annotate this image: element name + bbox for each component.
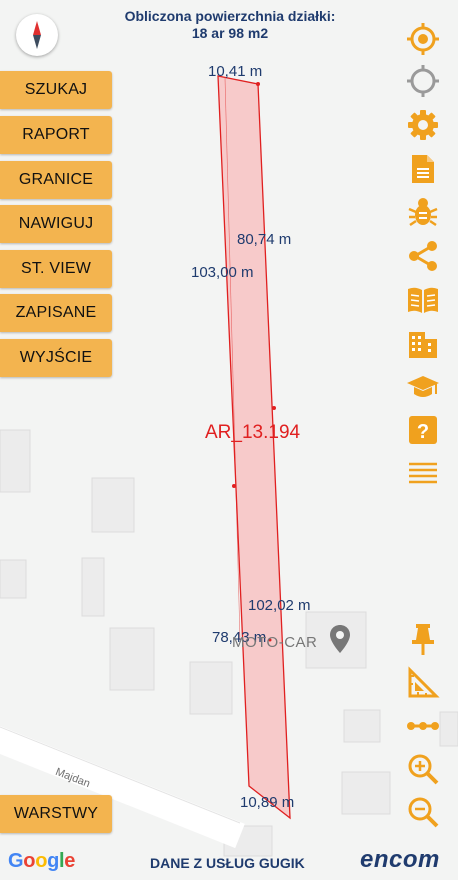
area-measure-button[interactable] bbox=[404, 664, 442, 702]
distance-measure-button[interactable] bbox=[404, 707, 442, 745]
zoom-out-icon bbox=[408, 797, 439, 828]
area-title: Obliczona powierzchnia działki: bbox=[124, 8, 336, 24]
svg-text:?: ? bbox=[417, 421, 429, 443]
education-button[interactable] bbox=[404, 368, 442, 406]
zoom-in-button[interactable] bbox=[404, 750, 442, 788]
google-logo-letter: G bbox=[8, 850, 24, 872]
location-pin-icon[interactable] bbox=[329, 624, 351, 654]
pin-icon bbox=[412, 624, 434, 655]
zoom-out-button[interactable] bbox=[404, 793, 442, 831]
building-icon bbox=[409, 332, 437, 358]
edge-length-inner-upper: 80,74 m bbox=[237, 231, 292, 248]
google-logo: Google bbox=[8, 850, 75, 873]
building bbox=[81, 557, 105, 617]
settings-button[interactable] bbox=[404, 106, 442, 144]
parcel-vertex bbox=[256, 82, 260, 86]
building bbox=[343, 709, 381, 743]
area-value: 18 ar 98 m2 bbox=[191, 25, 269, 41]
ruler-icon bbox=[408, 666, 440, 698]
search-button[interactable]: SZUKAJ bbox=[0, 71, 112, 109]
edge-length-bottom: 10,89 m bbox=[240, 794, 295, 811]
navigate-button[interactable]: NAWIGUJ bbox=[0, 205, 112, 243]
bug-report-button[interactable] bbox=[404, 193, 442, 231]
parcel-id-label[interactable]: AR_13.194 bbox=[205, 422, 300, 444]
graduation-cap-icon bbox=[407, 376, 439, 397]
gps-active-button[interactable] bbox=[404, 20, 442, 58]
building bbox=[439, 711, 458, 747]
building bbox=[341, 771, 391, 815]
share-icon bbox=[409, 241, 437, 271]
pin-button[interactable] bbox=[404, 620, 442, 658]
report-button[interactable]: RAPORT bbox=[0, 116, 112, 154]
layers-button[interactable]: WARSTWY bbox=[0, 795, 112, 833]
building bbox=[91, 477, 135, 533]
building bbox=[0, 559, 27, 599]
building-button[interactable] bbox=[404, 324, 442, 362]
measure-line-icon bbox=[407, 722, 439, 730]
gps-button[interactable] bbox=[404, 62, 442, 100]
bounds-button[interactable]: GRANICE bbox=[0, 161, 112, 199]
document-button[interactable] bbox=[404, 150, 442, 188]
edge-length-left-upper: 103,00 m bbox=[191, 264, 254, 281]
poi-label: MOTO-CAR bbox=[232, 634, 318, 651]
data-source-credit: DANE Z USŁUG GUGIK bbox=[150, 855, 305, 871]
bug-icon bbox=[408, 198, 438, 227]
building bbox=[189, 661, 233, 715]
saved-button[interactable]: ZAPISANE bbox=[0, 294, 112, 332]
more-menu-button[interactable] bbox=[404, 453, 442, 491]
help-button[interactable]: ? bbox=[404, 411, 442, 449]
google-logo-letter: g bbox=[47, 850, 60, 872]
parcel-vertex bbox=[232, 484, 236, 488]
brand-logo: encom bbox=[360, 846, 440, 873]
compass-button[interactable] bbox=[16, 14, 58, 56]
edge-length-top: 10,41 m bbox=[208, 63, 263, 80]
share-button[interactable] bbox=[404, 237, 442, 275]
zoom-in-icon bbox=[408, 754, 439, 785]
book-icon bbox=[408, 287, 438, 313]
book-button[interactable] bbox=[404, 281, 442, 319]
exit-button[interactable]: WYJŚCIE bbox=[0, 339, 112, 377]
google-logo-letter: o bbox=[35, 850, 48, 872]
google-logo-letter: e bbox=[64, 850, 76, 872]
street-view-button[interactable]: ST. VIEW bbox=[0, 250, 112, 288]
gear-icon bbox=[408, 110, 438, 140]
menu-lines-icon bbox=[409, 462, 437, 484]
compass-icon bbox=[33, 21, 41, 49]
gps-active-icon bbox=[407, 23, 439, 55]
edge-length-right-lower: 102,02 m bbox=[248, 597, 311, 614]
document-icon bbox=[412, 155, 434, 183]
area-info: Obliczona powierzchnia działki: 18 ar 98… bbox=[100, 8, 360, 42]
parcel-vertex bbox=[272, 406, 276, 410]
google-logo-letter: o bbox=[23, 850, 36, 872]
building bbox=[0, 429, 31, 493]
building bbox=[109, 627, 155, 691]
gps-inactive-icon bbox=[407, 65, 439, 97]
help-icon: ? bbox=[409, 416, 437, 444]
